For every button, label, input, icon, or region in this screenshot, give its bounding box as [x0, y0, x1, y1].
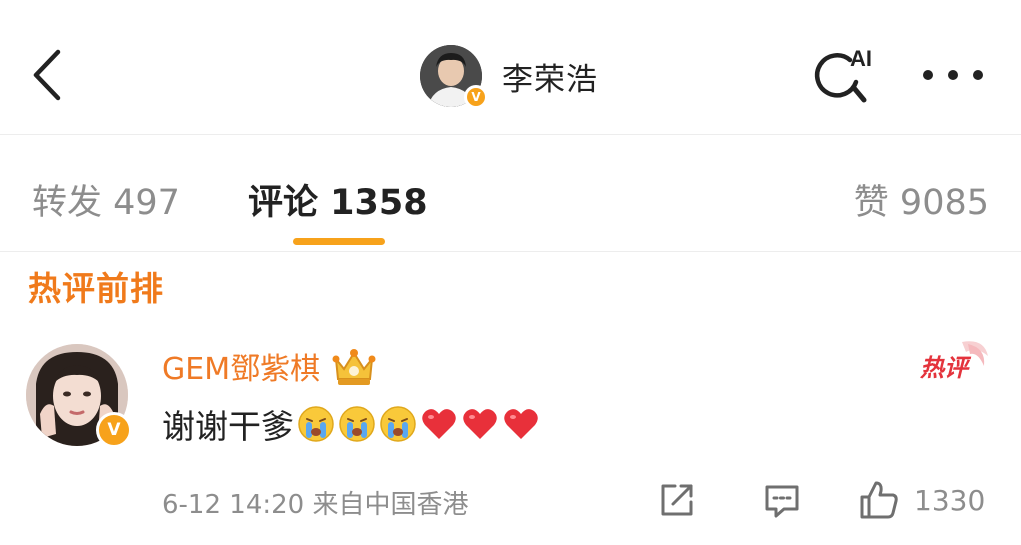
verified-badge-icon: V [464, 85, 488, 109]
tab-likes[interactable]: 赞 9085 [854, 174, 989, 225]
username-text: GEM鄧紫棋 [162, 352, 321, 387]
back-arrow-icon [33, 49, 61, 101]
reply-button[interactable] [762, 480, 802, 520]
profile-header[interactable]: V 李荣浩 [420, 44, 598, 109]
ai-label: AI [850, 46, 872, 71]
crying-face-icon [339, 406, 375, 442]
comment-meta: 6-12 14:20 来自中国香港 [162, 490, 469, 520]
crying-face-icon [380, 406, 416, 442]
comment-footer: 6-12 14:20 来自中国香港 1330 [162, 480, 997, 520]
profile-avatar[interactable]: V [420, 45, 488, 109]
ai-search-icon: AI [814, 46, 872, 103]
ai-search-button[interactable]: AI [812, 42, 882, 108]
comment-avatar[interactable]: V [26, 344, 132, 448]
tab-bar: 转发 497 评论 1358 赞 9085 [0, 136, 1021, 252]
profile-name: 李荣浩 [502, 61, 598, 98]
red-heart-icon [463, 409, 497, 439]
comment-icon [765, 485, 799, 518]
comment-username[interactable]: GEM鄧紫棋 [162, 344, 378, 388]
crown-badge-icon [332, 349, 376, 385]
like-button[interactable]: 1330 [858, 478, 985, 522]
more-dots-icon [923, 70, 983, 80]
red-heart-icon [422, 409, 456, 439]
share-button[interactable] [657, 480, 697, 520]
comment-body: 谢谢干爹 [162, 402, 540, 446]
red-heart-icon [504, 409, 538, 439]
active-tab-indicator [293, 238, 385, 245]
more-button[interactable] [920, 60, 986, 90]
thumbs-up-icon [860, 481, 898, 519]
top-bar: V 李荣浩 AI [0, 0, 1021, 135]
verified-badge-icon: V [96, 412, 132, 448]
share-icon [661, 484, 693, 516]
tab-repost[interactable]: 转发 497 [32, 174, 180, 225]
hot-tag-label: 热评 [919, 354, 972, 382]
comment-text: 谢谢干爹 [162, 407, 294, 446]
hot-comment-badge: 热评 [918, 336, 990, 388]
crying-face-icon [298, 406, 334, 442]
like-count: 1330 [914, 483, 986, 517]
tab-comments[interactable]: 评论 1358 [248, 174, 428, 225]
back-button[interactable] [26, 46, 70, 104]
section-title: 热评前排 [28, 269, 164, 308]
